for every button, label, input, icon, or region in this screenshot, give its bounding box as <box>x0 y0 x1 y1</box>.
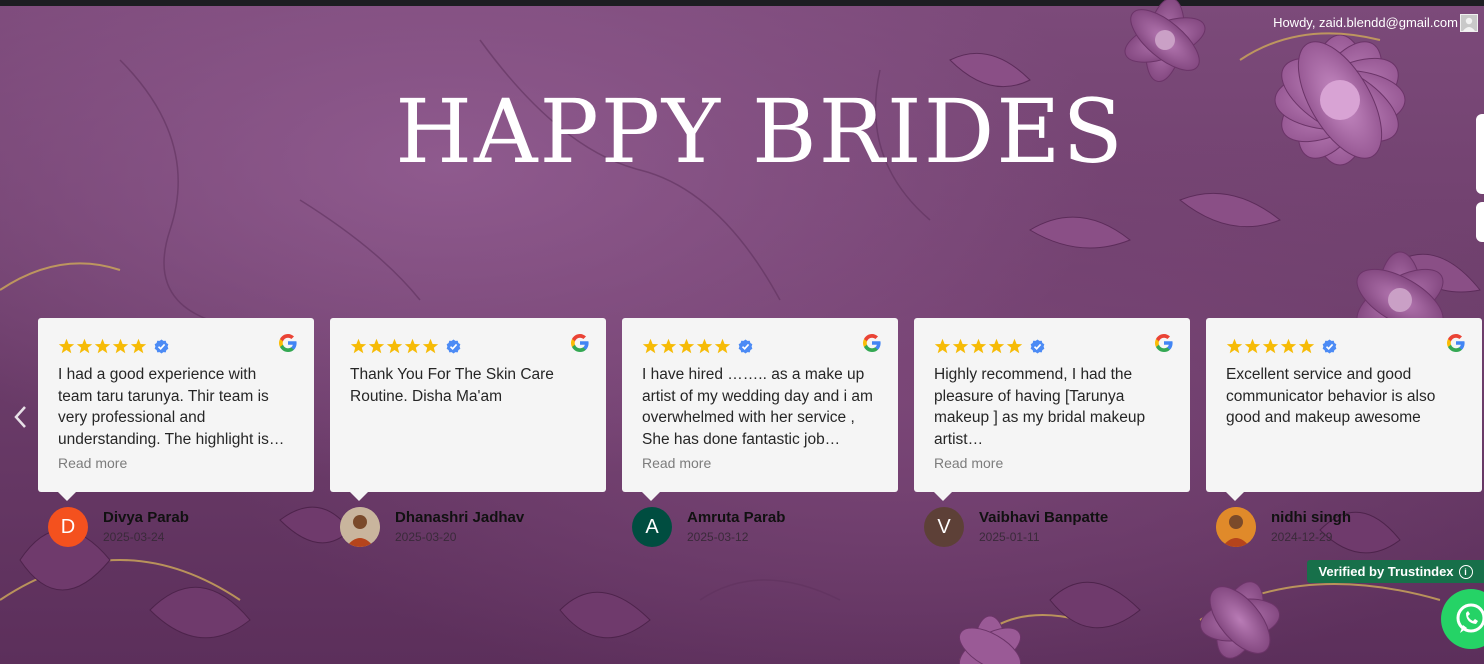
reviewer-info: Dhanashri Jadhav 2025-03-20 <box>340 507 600 549</box>
star-icon <box>952 338 969 353</box>
reviewer-name: Vaibhavi Banpatte <box>979 509 1109 526</box>
star-icon <box>1226 338 1243 353</box>
reviewer-avatar <box>340 507 380 547</box>
star-icon <box>714 338 731 353</box>
star-icon <box>112 338 129 353</box>
review-date: 2024-12-29 <box>1271 530 1333 544</box>
reviewer-avatar <box>1216 507 1256 547</box>
review-text: I have hired …….. as a make up artist of… <box>642 366 873 448</box>
review-date: 2025-01-11 <box>979 530 1040 544</box>
verified-check-icon <box>1322 338 1337 354</box>
star-icon <box>76 338 93 353</box>
star-icon <box>130 338 147 353</box>
reviewer-avatar: D <box>48 507 88 547</box>
star-icon <box>368 338 385 353</box>
info-icon[interactable]: i <box>1458 564 1473 579</box>
user-greeting[interactable]: Howdy, zaid.blendd@gmail.com <box>1273 15 1458 30</box>
verified-check-icon <box>738 338 753 354</box>
reviewer-avatar: V <box>924 507 964 547</box>
star-icon <box>970 338 987 353</box>
google-icon <box>571 334 589 352</box>
read-more-link[interactable]: Read more <box>58 455 294 471</box>
reviewer-name: Amruta Parab <box>687 509 786 526</box>
rating-row <box>934 336 1170 356</box>
reviewer-info: A Amruta Parab 2025-03-12 <box>632 507 892 549</box>
star-icon <box>58 338 75 353</box>
happy-brides-section: Howdy, zaid.blendd@gmail.com HAPPY BRIDE… <box>0 0 1484 664</box>
star-icon <box>988 338 1005 353</box>
rating-row <box>350 336 586 356</box>
star-rating <box>934 338 1023 355</box>
star-icon <box>386 338 403 353</box>
review-card[interactable]: Thank You For The Skin Care Routine. Dis… <box>330 318 606 501</box>
trustindex-verified-badge[interactable]: Verified by Trustindex i <box>1307 560 1484 583</box>
google-icon <box>1155 334 1173 352</box>
user-avatar-icon[interactable] <box>1460 14 1478 32</box>
rating-row <box>58 336 294 356</box>
whatsapp-chat-button[interactable] <box>1441 589 1484 649</box>
star-icon <box>1006 338 1023 353</box>
google-icon <box>863 334 881 352</box>
verified-check-icon <box>446 338 461 354</box>
verified-check-icon <box>1030 338 1045 354</box>
rating-row <box>642 336 878 356</box>
whatsapp-icon <box>1456 603 1484 633</box>
reviewer-info: D Divya Parab 2025-03-24 <box>48 507 308 549</box>
star-icon <box>1244 338 1261 353</box>
read-more-link[interactable]: Read more <box>934 455 1170 471</box>
read-more-link[interactable]: Read more <box>642 455 878 471</box>
review-card[interactable]: Highly recommend, I had the pleasure of … <box>914 318 1190 501</box>
reviewer-name: Divya Parab <box>103 509 189 526</box>
star-icon <box>642 338 659 353</box>
carousel-prev-button[interactable] <box>10 402 30 432</box>
review-text: Highly recommend, I had the pleasure of … <box>934 366 1146 448</box>
star-icon <box>1262 338 1279 353</box>
star-icon <box>660 338 677 353</box>
side-tab-2[interactable] <box>1476 202 1484 242</box>
star-icon <box>422 338 439 353</box>
review-card[interactable]: Excellent service and good communicator … <box>1206 318 1482 501</box>
star-icon <box>934 338 951 353</box>
rating-row <box>1226 336 1462 356</box>
google-icon <box>279 334 297 352</box>
reviewer-avatar: A <box>632 507 672 547</box>
star-icon <box>1280 338 1297 353</box>
star-icon <box>678 338 695 353</box>
review-text: Thank You For The Skin Care Routine. Dis… <box>350 366 554 405</box>
review-text: Excellent service and good communicator … <box>1226 366 1436 427</box>
chevron-left-icon <box>14 406 26 428</box>
verified-check-icon <box>154 338 169 354</box>
star-rating <box>642 338 731 355</box>
star-icon <box>350 338 367 353</box>
browser-top-strip <box>0 0 1484 6</box>
trustindex-label: Verified by Trustindex <box>1318 564 1454 579</box>
review-card[interactable]: I have hired …….. as a make up artist of… <box>622 318 898 501</box>
review-date: 2025-03-12 <box>687 530 749 544</box>
review-text: I had a good experience with team taru t… <box>58 366 285 448</box>
star-icon <box>1298 338 1315 353</box>
reviewer-info: V Vaibhavi Banpatte 2025-01-11 <box>924 507 1184 549</box>
star-rating <box>58 338 147 355</box>
reviewer-info: nidhi singh 2024-12-29 <box>1216 507 1476 549</box>
star-rating <box>350 338 439 355</box>
review-date: 2025-03-24 <box>103 530 165 544</box>
review-card[interactable]: I had a good experience with team taru t… <box>38 318 314 501</box>
reviewer-name: Dhanashri Jadhav <box>395 509 525 526</box>
star-rating <box>1226 338 1315 355</box>
review-date: 2025-03-20 <box>395 530 457 544</box>
google-icon <box>1447 334 1465 352</box>
star-icon <box>696 338 713 353</box>
section-title: HAPPY BRIDES <box>395 80 1125 183</box>
reviewer-name: nidhi singh <box>1271 509 1351 526</box>
star-icon <box>404 338 421 353</box>
star-icon <box>94 338 111 353</box>
